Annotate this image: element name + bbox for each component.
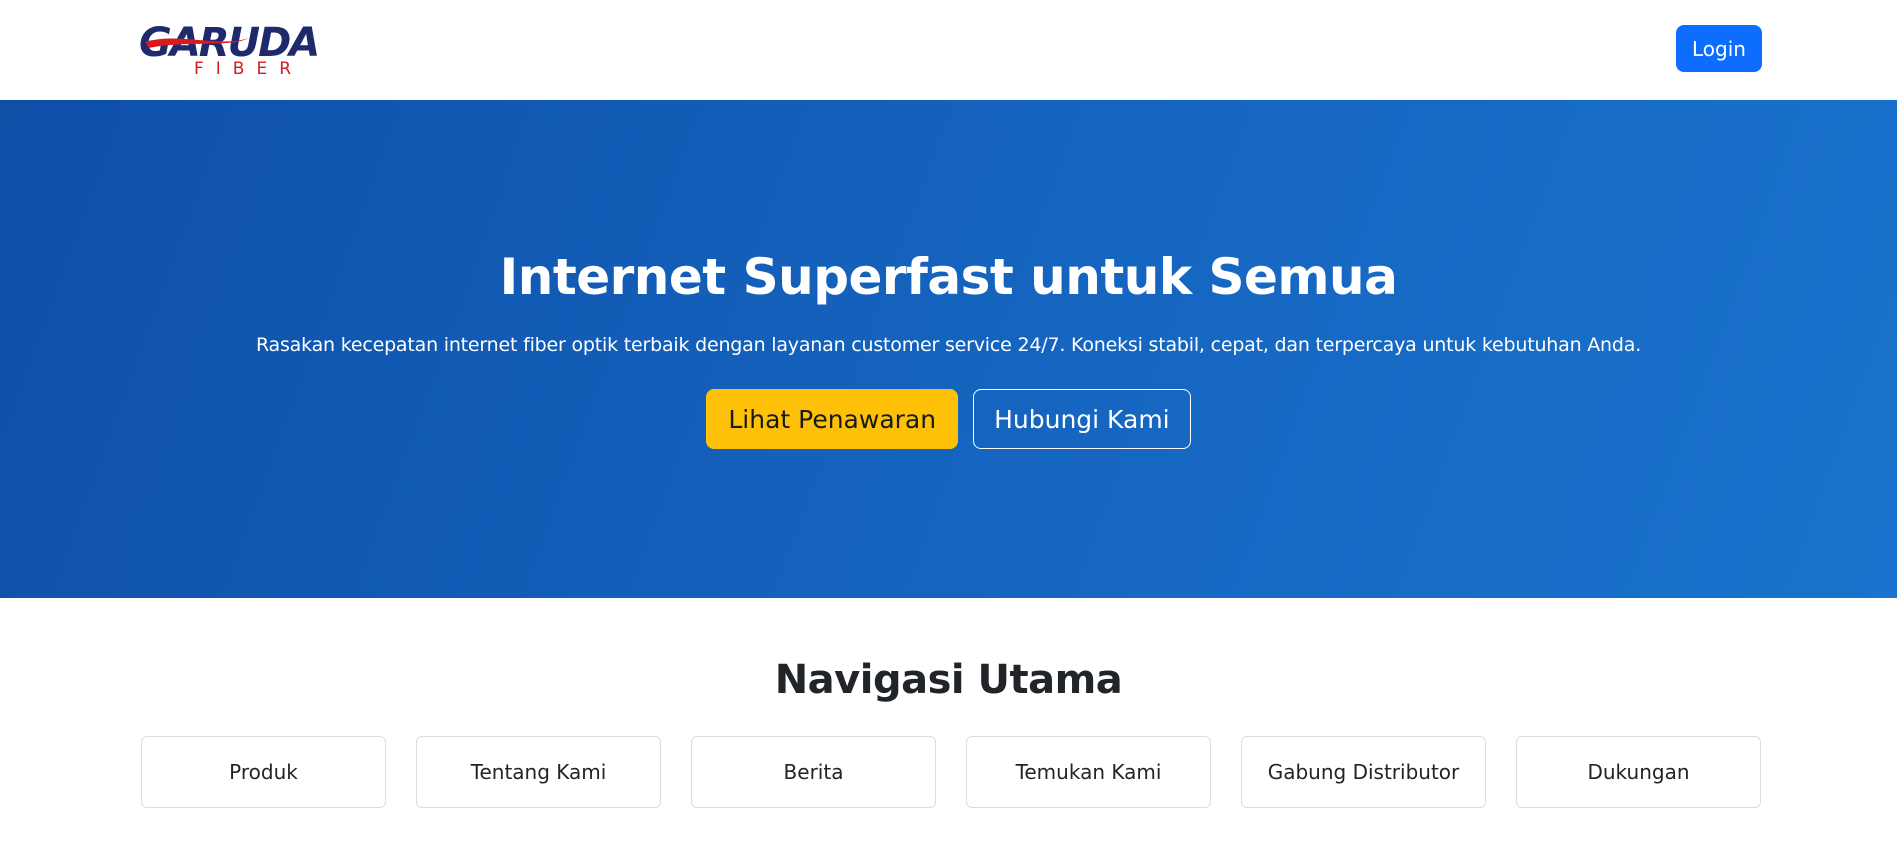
hero-subtitle: Rasakan kecepatan internet fiber optik t…: [255, 334, 1642, 356]
nav-card-tentang-kami[interactable]: Tentang Kami: [416, 736, 661, 808]
contact-us-button[interactable]: Hubungi Kami: [973, 389, 1191, 449]
nav-card-temukan-kami[interactable]: Temukan Kami: [966, 736, 1211, 808]
view-offers-button[interactable]: Lihat Penawaran: [706, 389, 959, 449]
hero-button-group: Lihat Penawaran Hubungi Kami: [0, 389, 1897, 449]
nav-card-produk[interactable]: Produk: [141, 736, 386, 808]
site-header: GARUDA FIBER Login: [0, 0, 1897, 100]
nav-card-gabung-distributor[interactable]: Gabung Distributor: [1241, 736, 1486, 808]
garuda-fiber-logo[interactable]: GARUDA FIBER: [139, 18, 339, 76]
main-navigation-title: Navigasi Utama: [774, 657, 1123, 703]
nav-card-dukungan[interactable]: Dukungan: [1516, 736, 1761, 808]
logo-graphic: GARUDA FIBER: [139, 20, 320, 76]
login-button[interactable]: Login: [1676, 25, 1762, 72]
logo-tagline: FIBER: [194, 59, 303, 76]
hero-section: Internet Superfast untuk Semua Rasakan k…: [0, 100, 1897, 598]
nav-card-berita[interactable]: Berita: [691, 736, 936, 808]
main-navigation-grid: Produk Tentang Kami Berita Temukan Kami …: [141, 736, 1761, 808]
hero-title: Internet Superfast untuk Semua: [499, 248, 1398, 306]
